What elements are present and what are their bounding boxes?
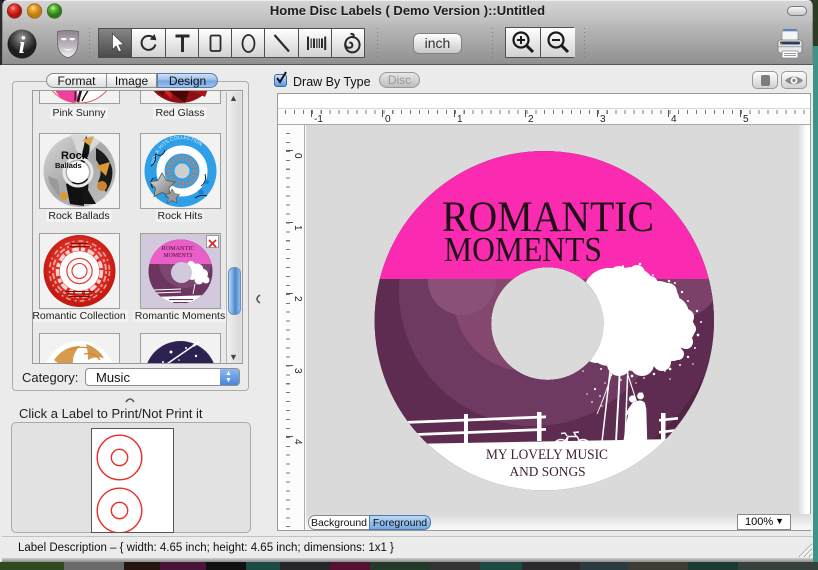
svg-text:3: 3 bbox=[292, 368, 303, 374]
svg-text:2: 2 bbox=[292, 296, 303, 302]
svg-text:MOMENTS: MOMENTS bbox=[444, 230, 602, 269]
svg-text:Ballads: Ballads bbox=[55, 161, 82, 170]
svg-text:1: 1 bbox=[457, 114, 463, 125]
svg-text:MOMENTS: MOMENTS bbox=[164, 253, 193, 259]
svg-text:5: 5 bbox=[743, 114, 749, 125]
svg-text:i: i bbox=[19, 33, 26, 59]
svg-text:MY LOVELY MUSIC: MY LOVELY MUSIC bbox=[486, 447, 608, 463]
svg-text:4: 4 bbox=[671, 114, 677, 125]
svg-text:-1: -1 bbox=[314, 114, 323, 125]
svg-text:3: 3 bbox=[600, 114, 606, 125]
svg-text:0: 0 bbox=[385, 114, 391, 125]
svg-text:0: 0 bbox=[292, 153, 303, 159]
svg-text:1: 1 bbox=[292, 225, 303, 231]
svg-text:2: 2 bbox=[528, 114, 534, 125]
svg-text:4: 4 bbox=[292, 439, 303, 445]
svg-text:ROMANTIC: ROMANTIC bbox=[161, 245, 194, 252]
svg-text:AND SONGS: AND SONGS bbox=[510, 465, 586, 480]
